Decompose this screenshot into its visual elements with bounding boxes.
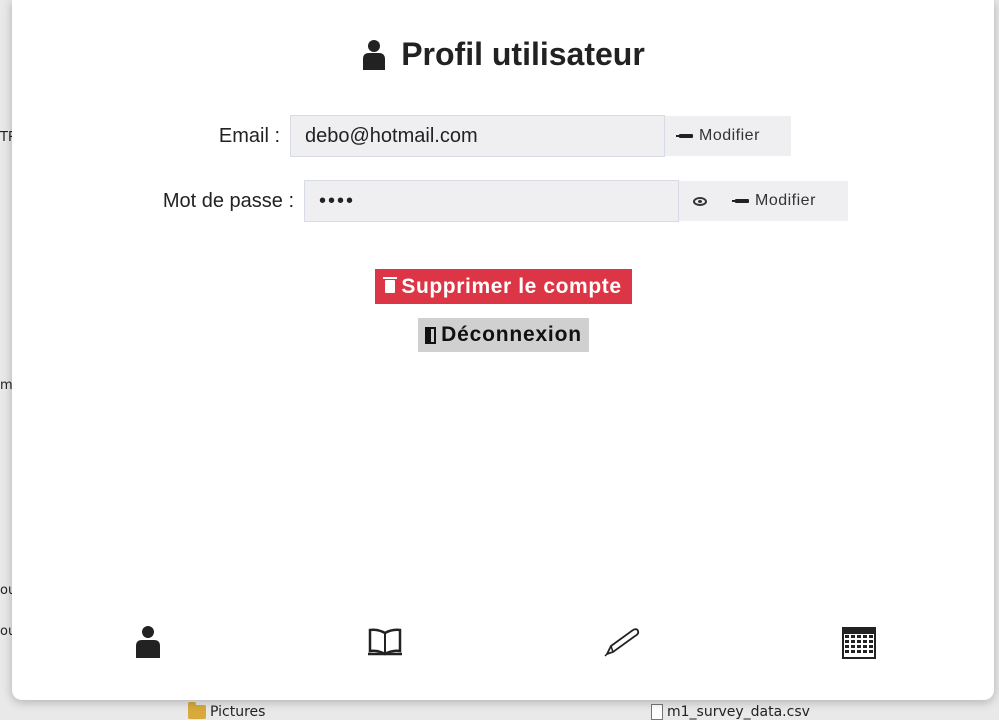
email-row: Email : debo@hotmail.com Modifier bbox=[216, 115, 791, 157]
logout-label: Déconnexion bbox=[441, 323, 582, 346]
password-field[interactable]: •••• bbox=[304, 180, 679, 222]
pencil-icon bbox=[732, 199, 749, 203]
password-label: Mot de passe : bbox=[162, 189, 294, 212]
nav-calendar[interactable] bbox=[837, 620, 881, 664]
email-field[interactable]: debo@hotmail.com bbox=[290, 115, 665, 157]
pen-icon bbox=[604, 628, 640, 657]
door-icon bbox=[425, 326, 437, 344]
delete-account-label: Supprimer le compte bbox=[401, 274, 622, 298]
bg-fragment: ou bbox=[0, 624, 12, 639]
modify-email-button[interactable]: Modifier bbox=[665, 116, 791, 156]
bg-fragment: TR bbox=[0, 130, 12, 145]
page-title: Profil utilisateur bbox=[12, 36, 994, 73]
nav-write[interactable] bbox=[600, 620, 644, 664]
logout-button[interactable]: Déconnexion bbox=[418, 318, 589, 352]
modify-password-label: Modifier bbox=[755, 192, 816, 209]
calendar-icon bbox=[842, 627, 876, 659]
person-icon bbox=[363, 39, 386, 70]
show-password-button[interactable] bbox=[679, 181, 721, 221]
nav-profile[interactable] bbox=[126, 620, 170, 664]
pencil-icon bbox=[676, 134, 693, 138]
person-icon bbox=[136, 626, 160, 658]
profile-window: Profil utilisateur Email : debo@hotmail.… bbox=[12, 0, 994, 700]
delete-account-button[interactable]: Supprimer le compte bbox=[375, 269, 632, 304]
book-icon bbox=[368, 628, 402, 656]
eye-icon bbox=[693, 196, 707, 206]
nav-book[interactable] bbox=[363, 620, 407, 664]
bg-fragment: ou bbox=[0, 583, 12, 598]
trash-icon bbox=[383, 277, 398, 293]
modify-email-label: Modifier bbox=[699, 127, 760, 144]
email-label: Email : bbox=[218, 124, 280, 147]
folder-icon bbox=[188, 702, 206, 719]
password-row: Mot de passe : •••• Modifier bbox=[158, 180, 848, 222]
modify-password-button[interactable]: Modifier bbox=[721, 181, 848, 221]
page-title-text: Profil utilisateur bbox=[401, 36, 645, 72]
bg-fragment: m bbox=[0, 378, 12, 393]
